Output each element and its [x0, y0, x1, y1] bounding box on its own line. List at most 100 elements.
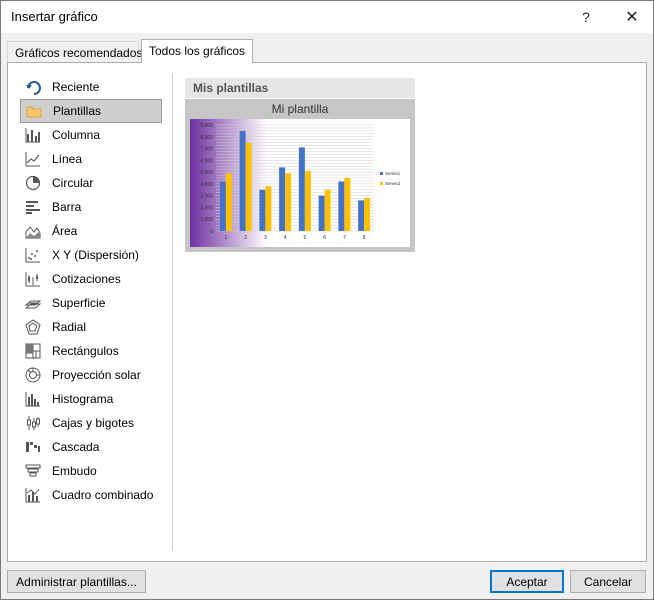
stock-chart-icon: [24, 270, 42, 288]
chart-type-label: Proyección solar: [52, 368, 141, 382]
chart-type-label: Superficie: [52, 296, 106, 310]
bar-chart-icon: [24, 198, 42, 216]
close-button[interactable]: ✕: [619, 6, 645, 28]
chart-type-item[interactable]: Cascada: [20, 435, 162, 459]
bar: [265, 186, 272, 231]
dialog-title: Insertar gráfico: [11, 9, 98, 24]
y-tick-label: 5.000: [200, 170, 213, 176]
help-button[interactable]: ?: [573, 6, 599, 28]
chart-type-list: Reciente Plantillas Columna Línea Circular Ba…: [20, 75, 162, 507]
x-tick-label: 2: [244, 235, 247, 241]
chart-type-item[interactable]: Rectángulos: [20, 339, 162, 363]
area-chart-icon: [24, 222, 42, 240]
bar: [324, 189, 331, 231]
chart-type-label: Columna: [52, 128, 101, 142]
template-thumbnail[interactable]: Mi plantilla 0 1.000 2.000 3.000 4.000 5.000 6…: [185, 99, 415, 252]
chart-type-label: Cajas y bigotes: [52, 416, 135, 430]
y-tick-label: 8.000: [200, 135, 213, 141]
pie-chart-icon: [24, 174, 42, 192]
panel-divider: [172, 73, 173, 551]
bar: [285, 173, 292, 231]
chart-type-label: Radial: [52, 320, 87, 334]
chart-type-item[interactable]: Circular: [20, 171, 162, 195]
chart-type-item[interactable]: Histograma: [20, 387, 162, 411]
legend-swatch: [380, 172, 383, 175]
chart-type-item[interactable]: Cajas y bigotes: [20, 411, 162, 435]
chart-type-label: Rectángulos: [52, 344, 119, 358]
tab-content-panel: Reciente Plantillas Columna Línea Circular Ba…: [7, 62, 647, 562]
chart-type-label: Cascada: [52, 440, 100, 454]
chart-type-item[interactable]: Superficie: [20, 291, 162, 315]
histogram-chart-icon: [24, 390, 42, 408]
chart-type-item[interactable]: Cuadro combinado: [20, 483, 162, 507]
bar: [304, 170, 311, 231]
bar: [338, 181, 345, 231]
y-tick-label: 7.000: [200, 147, 213, 153]
template-chart-preview: 0 1.000 2.000 3.000 4.000 5.000 6.000 7.000 8.00…: [190, 119, 410, 247]
tab-recommended-charts[interactable]: Gráficos recomendados: [7, 41, 142, 63]
manage-templates-button[interactable]: Administrar plantillas...: [7, 570, 146, 593]
insert-chart-dialog: Insertar gráfico ? ✕ Gráficos recomendad…: [0, 0, 654, 600]
y-tick-label: 0: [210, 229, 213, 235]
chart-type-item[interactable]: Barra: [20, 195, 162, 219]
chart-type-item[interactable]: Plantillas: [20, 99, 162, 123]
box-whisker-chart-icon: [24, 414, 42, 432]
chart-type-label: Cotizaciones: [52, 272, 121, 286]
funnel-chart-icon: [24, 462, 42, 480]
x-tick-label: 4: [284, 235, 287, 241]
sunburst-chart-icon: [24, 366, 42, 384]
chart-type-item[interactable]: Embudo: [20, 459, 162, 483]
bar: [225, 173, 232, 231]
chart-type-item[interactable]: Reciente: [20, 75, 162, 99]
column-chart-icon: [24, 126, 42, 144]
bar: [219, 181, 226, 231]
x-tick-label: 6: [323, 235, 326, 241]
bar: [298, 147, 305, 231]
chart-type-label: Histograma: [52, 392, 114, 406]
chart-type-label: Plantillas: [53, 104, 102, 118]
bar: [358, 200, 365, 231]
line-chart-icon: [24, 150, 42, 168]
x-tick-label: 5: [303, 235, 306, 241]
legend-label: Series1: [385, 171, 401, 176]
bar: [245, 142, 252, 231]
combo-chart-icon: [24, 486, 42, 504]
title-bar: Insertar gráfico ? ✕: [1, 1, 653, 33]
chart-type-item[interactable]: Proyección solar: [20, 363, 162, 387]
y-tick-label: 2.000: [200, 205, 213, 211]
chart-type-label: Embudo: [52, 464, 97, 478]
ok-button[interactable]: Aceptar: [490, 570, 564, 593]
bar: [259, 189, 266, 231]
y-tick-label: 6.000: [200, 158, 213, 164]
x-tick-label: 3: [264, 235, 267, 241]
legend-label: Series2: [385, 181, 401, 186]
bar: [318, 195, 325, 231]
chart-type-label: Línea: [52, 152, 83, 166]
recent-icon: [24, 78, 42, 96]
chart-type-item[interactable]: Área: [20, 219, 162, 243]
y-tick-label: 1.000: [200, 217, 213, 223]
cancel-button[interactable]: Cancelar: [570, 570, 646, 593]
y-tick-label: 4.000: [200, 182, 213, 188]
chart-type-item[interactable]: Línea: [20, 147, 162, 171]
bar: [279, 167, 286, 231]
chart-type-item[interactable]: X Y (Dispersión): [20, 243, 162, 267]
x-tick-label: 7: [343, 235, 346, 241]
chart-type-label: Reciente: [52, 80, 100, 94]
chart-type-item[interactable]: Cotizaciones: [20, 267, 162, 291]
radar-chart-icon: [24, 318, 42, 336]
y-tick-label: 9.000: [200, 123, 213, 129]
chart-type-item[interactable]: Columna: [20, 123, 162, 147]
chart-type-label: Barra: [52, 200, 82, 214]
template-name: Mi plantilla: [271, 102, 329, 116]
chart-type-label: X Y (Dispersión): [52, 248, 139, 262]
waterfall-chart-icon: [24, 438, 42, 456]
chart-type-label: Circular: [52, 176, 94, 190]
surface-chart-icon: [24, 294, 42, 312]
bar: [239, 130, 246, 231]
chart-type-item[interactable]: Radial: [20, 315, 162, 339]
templates-section-header: Mis plantillas: [185, 78, 415, 98]
tab-all-charts[interactable]: Todos los gráficos: [141, 39, 253, 63]
y-tick-label: 3.000: [200, 194, 213, 200]
bar: [364, 198, 371, 231]
